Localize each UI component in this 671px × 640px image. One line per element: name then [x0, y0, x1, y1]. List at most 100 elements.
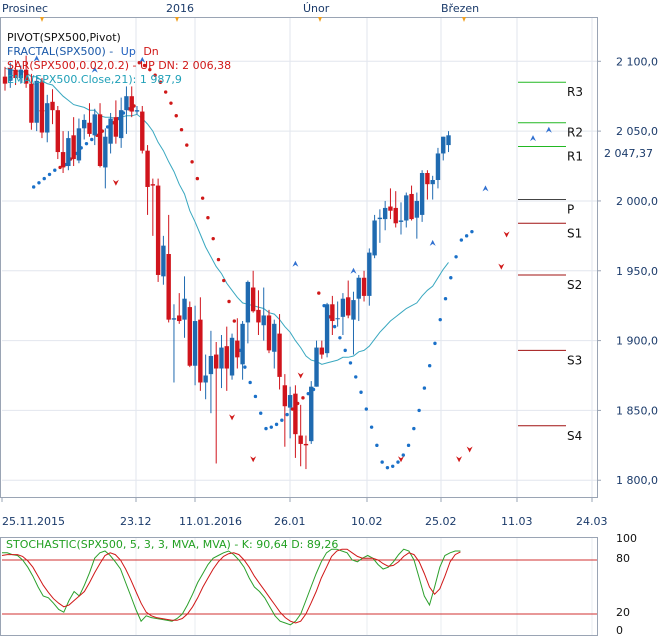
- candle-body: [177, 315, 182, 322]
- candle-body: [198, 319, 203, 383]
- sar-dot: [222, 278, 226, 283]
- chart-frame: R3 R2 R1 P S1 S2 S3 S4 2 100,0 2 050,0 2 000,0 1 9…: [0, 0, 671, 640]
- sar-dot: [47, 172, 52, 177]
- sar-dot: [348, 361, 353, 365]
- sar-dot: [396, 460, 400, 464]
- sar-dot: [253, 394, 258, 399]
- candle-body: [150, 184, 156, 186]
- legend-ema: EMA(SPX500.Close,21): 1 987,9: [7, 73, 182, 86]
- sar-dot: [364, 407, 369, 411]
- sar-dot: [412, 426, 416, 431]
- sar-dot: [417, 408, 421, 413]
- candle-body: [430, 179, 435, 185]
- top-axis-label: Únor: [303, 2, 330, 15]
- pivot-label: S4: [567, 429, 582, 443]
- candle-body: [287, 395, 293, 408]
- pivot-label: S1: [567, 226, 582, 240]
- pivot-label: S2: [567, 278, 582, 292]
- candle-body: [361, 277, 367, 296]
- candle-body: [219, 347, 224, 369]
- candle-body: [192, 321, 198, 366]
- sar-dot: [42, 176, 46, 181]
- candle-body: [45, 103, 50, 133]
- legend-fractal-dn: Dn: [143, 45, 158, 58]
- candle-body: [398, 220, 404, 222]
- candle-body: [425, 173, 430, 185]
- candle-body: [446, 135, 451, 146]
- candle-body: [293, 393, 298, 435]
- candle-body: [60, 152, 66, 168]
- stochastic-tick-label: 100: [616, 532, 637, 545]
- y-tick-label: 2 050,0: [616, 125, 658, 138]
- sar-dot: [380, 460, 384, 464]
- candle-body: [324, 304, 330, 354]
- candle-body: [82, 119, 87, 129]
- sar-dot: [232, 319, 237, 323]
- sar-dot: [354, 375, 358, 379]
- sar-dot: [37, 181, 41, 185]
- sar-dot: [449, 276, 453, 280]
- top-axis-label: Prosinec: [2, 2, 48, 15]
- x-tick-label: 10.02: [351, 515, 383, 528]
- sar-dot: [280, 418, 284, 422]
- sar-dot: [206, 215, 210, 220]
- sar-dot: [274, 422, 279, 427]
- x-tick-label: 11.03: [501, 515, 533, 528]
- candle-body: [224, 346, 229, 369]
- candle-body: [393, 207, 398, 224]
- sar-dot: [169, 101, 173, 105]
- sar-dot: [227, 299, 231, 304]
- sar-dot: [84, 141, 89, 146]
- legend-pivot: PIVOT(SPX500,Pivot): [7, 31, 121, 44]
- x-tick-label: 11.01.2016: [179, 515, 242, 528]
- candle-body: [71, 135, 76, 160]
- candle-body: [129, 96, 134, 112]
- top-axis-label: 2016: [166, 2, 194, 15]
- y-tick-label: 1 950,0: [616, 265, 658, 278]
- candle-body: [245, 281, 251, 323]
- sar-dot: [211, 236, 215, 241]
- candle-body: [335, 318, 340, 320]
- candle-body: [314, 347, 319, 387]
- sar-dot: [359, 390, 363, 394]
- candle-body: [388, 206, 393, 211]
- stochastic-legend: STOCHASTIC(SPX500, 5, 3, 3, MVA, MVA) - …: [6, 538, 338, 551]
- sar-dot: [391, 464, 395, 468]
- candle-body: [319, 347, 324, 355]
- candle-body: [309, 386, 314, 442]
- candle-body: [382, 207, 388, 220]
- sar-dot: [343, 348, 347, 353]
- sar-dot: [248, 380, 252, 385]
- candle-body: [346, 297, 351, 316]
- candle-body: [39, 82, 45, 133]
- sar-dot: [31, 185, 36, 189]
- legend-sar: SAR(SPX500,0.02,0.2) - UP DN: 2 006,38: [7, 59, 231, 72]
- sar-dot: [427, 364, 432, 368]
- candle-body: [87, 122, 92, 134]
- sar-dot: [53, 168, 57, 172]
- sar-dot: [317, 291, 321, 295]
- candle-body: [124, 96, 129, 111]
- candle-body: [34, 80, 39, 123]
- sar-dot: [90, 137, 94, 142]
- candle-body: [203, 375, 208, 383]
- y-tick-label: 1 850,0: [616, 404, 658, 417]
- sar-dot: [433, 341, 437, 346]
- sar-dot: [338, 336, 342, 340]
- sar-dot: [406, 443, 411, 448]
- candle-body: [50, 101, 55, 111]
- sar-dot: [259, 411, 263, 415]
- sar-dot: [179, 128, 184, 132]
- candle-body: [282, 385, 288, 407]
- candle-body: [182, 298, 187, 320]
- last-price-label: 2 047,37: [604, 147, 653, 160]
- candle-body: [414, 200, 420, 218]
- sar-dot: [385, 465, 390, 470]
- sar-dot: [285, 412, 289, 417]
- candle-body: [377, 217, 383, 220]
- sar-dot: [216, 257, 221, 262]
- candle-body: [404, 195, 409, 221]
- candle-body: [235, 340, 240, 358]
- sar-dot: [459, 238, 464, 242]
- candle-body: [266, 315, 272, 351]
